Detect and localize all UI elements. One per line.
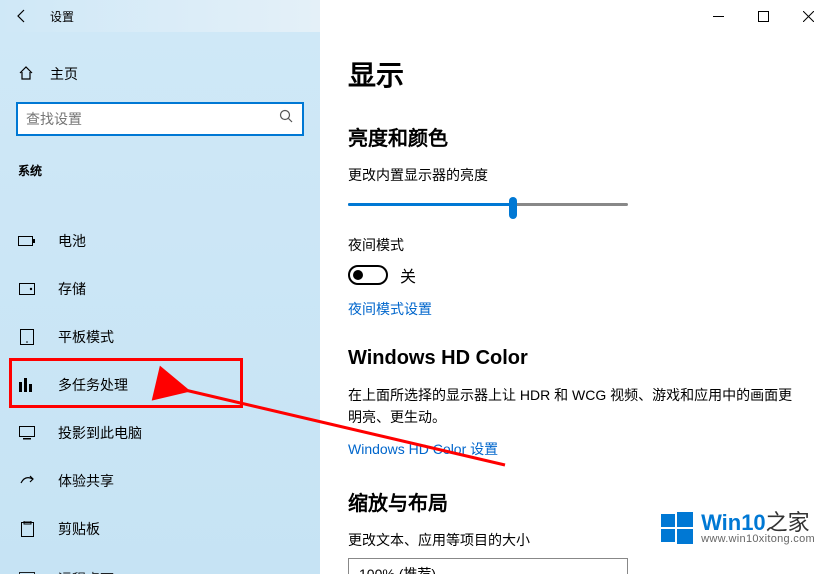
page-title: 显示 <box>348 54 799 94</box>
tablet-icon <box>18 329 36 345</box>
titlebar: 设置 <box>0 0 831 32</box>
project-icon <box>18 426 36 440</box>
sidebar-item-storage[interactable]: 存储 <box>0 265 320 313</box>
sidebar-item-label: 远程桌面 <box>58 569 114 574</box>
share-icon <box>18 473 36 489</box>
sidebar-item-label: 投影到此电脑 <box>58 423 142 443</box>
toggle-state: 关 <box>400 263 416 287</box>
sidebar-item-multitask[interactable]: 多任务处理 <box>0 361 320 409</box>
search-icon <box>279 109 294 129</box>
close-button[interactable] <box>786 0 831 32</box>
sidebar-item-remote[interactable]: 远程桌面 <box>0 555 320 574</box>
maximize-button[interactable] <box>741 0 786 32</box>
search-input[interactable] <box>26 111 279 127</box>
section-brightness-title: 亮度和颜色 <box>348 122 799 151</box>
night-mode-settings-link[interactable]: 夜间模式设置 <box>348 299 799 319</box>
clipboard-icon <box>18 521 36 537</box>
sidebar-item-label: 多任务处理 <box>58 375 128 395</box>
sidebar-item-label: 电池 <box>58 231 86 251</box>
scale-value: 100% (推荐) <box>359 564 436 574</box>
watermark-brand: Win10之家 <box>701 511 815 534</box>
sidebar-item-tablet[interactable]: 平板模式 <box>0 313 320 361</box>
storage-icon <box>18 283 36 295</box>
night-mode-toggle[interactable] <box>348 265 388 285</box>
brightness-label: 更改内置显示器的亮度 <box>348 165 799 185</box>
section-hdcolor-title: Windows HD Color <box>348 347 799 370</box>
battery-icon <box>18 235 36 247</box>
sidebar-item-label: 剪贴板 <box>58 519 100 539</box>
windows-logo-icon <box>659 510 695 546</box>
multitask-icon <box>18 378 36 392</box>
sidebar: 主页 系统 电池 存储 平板模式 <box>0 32 320 574</box>
sidebar-item-battery[interactable]: 电池 <box>0 217 320 265</box>
scale-dropdown[interactable]: 100% (推荐) ⌄ <box>348 558 628 574</box>
sidebar-home[interactable]: 主页 <box>0 54 320 94</box>
sidebar-category: 系统 <box>0 136 320 189</box>
night-mode-label: 夜间模式 <box>348 235 799 255</box>
sidebar-item-label: 体验共享 <box>58 471 114 491</box>
sidebar-item-clipboard[interactable]: 剪贴板 <box>0 505 320 553</box>
home-icon <box>18 65 34 84</box>
hdcolor-desc: 在上面所选择的显示器上让 HDR 和 WCG 视频、游戏和应用中的画面更明亮、更… <box>348 384 799 429</box>
minimize-button[interactable] <box>696 0 741 32</box>
content-area: 显示 亮度和颜色 更改内置显示器的亮度 夜间模式 关 夜间模式设置 Window… <box>320 32 831 574</box>
brightness-slider[interactable] <box>348 193 628 217</box>
sidebar-item-label: 平板模式 <box>58 327 114 347</box>
window-title: 设置 <box>50 8 74 25</box>
back-button[interactable] <box>0 0 44 32</box>
sidebar-item-shared[interactable]: 体验共享 <box>0 457 320 505</box>
sidebar-item-project[interactable]: 投影到此电脑 <box>0 409 320 457</box>
search-input-wrap[interactable] <box>16 102 304 136</box>
sidebar-item-label: 存储 <box>58 279 86 299</box>
watermark: Win10之家 www.win10xitong.com <box>659 510 815 546</box>
sidebar-home-label: 主页 <box>50 64 78 84</box>
watermark-url: www.win10xitong.com <box>701 534 815 546</box>
chevron-down-icon: ⌄ <box>608 567 617 574</box>
hdcolor-link[interactable]: Windows HD Color 设置 <box>348 439 799 459</box>
